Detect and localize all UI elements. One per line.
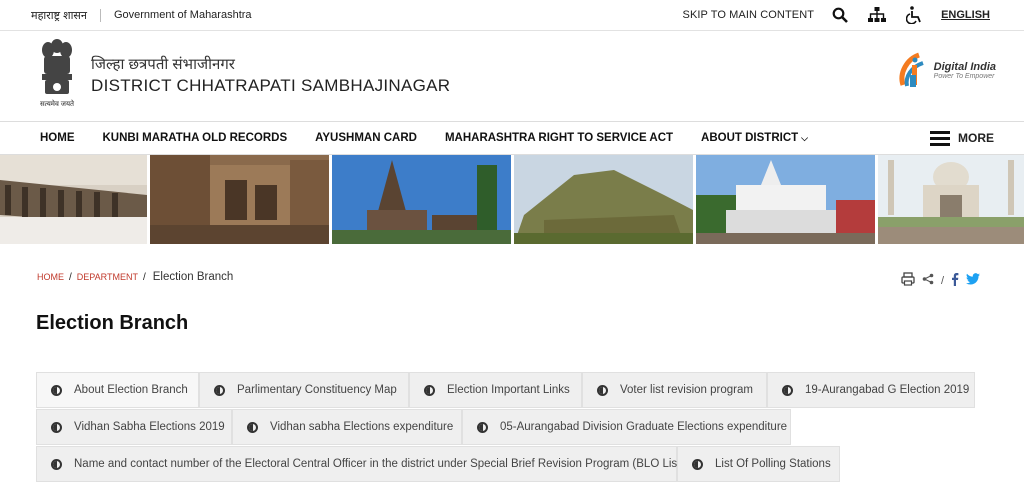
banner-caves-image[interactable] [150,155,329,244]
more-label: MORE [958,131,994,145]
breadcrumb-separator: / [142,271,146,283]
accessibility-icon[interactable] [904,5,924,25]
half-circle-icon [51,458,62,470]
share-icon[interactable] [922,273,934,288]
top-bar: महाराष्ट्र शासन Government of Maharashtr… [0,0,1024,31]
banner-strip [0,155,1024,246]
banner-gurudwara-image[interactable] [696,155,875,244]
half-circle-icon [247,421,258,433]
language-english-link[interactable]: ENGLISH [941,9,990,21]
nav-about-district-label: ABOUT DISTRICT [701,132,799,144]
page-title: Election Branch [36,312,189,334]
half-circle-icon [692,458,703,470]
tab-vidhan-sabha-elections-2019[interactable]: Vidhan Sabha Elections 2019 [36,409,232,445]
facebook-icon[interactable] [951,272,959,289]
sitemap-icon[interactable] [867,5,887,25]
tab-vidhan-sabha-expenditure[interactable]: Vidhan sabha Elections expenditure [232,409,462,445]
tab-label: About Election Branch [74,384,188,396]
tab-about-election-branch[interactable]: About Election Branch [36,372,199,408]
breadcrumb-separator: / [69,271,72,283]
main-navigation: HOME KUNBI MARATHA OLD RECORDS AYUSHMAN … [0,121,1024,155]
nav-ayushman-card[interactable]: AYUSHMAN CARD [315,132,417,144]
share-separator: / [940,274,944,287]
tab-aurangabad-g-election-2019[interactable]: 19-Aurangabad G Election 2019 [767,372,975,408]
tab-label: Vidhan Sabha Elections 2019 [74,421,225,433]
tab-graduate-elections-expenditure[interactable]: 05-Aurangabad Division Graduate Election… [462,409,791,445]
tab-parliamentary-constituency-map[interactable]: Parlimentary Constituency Map [199,372,409,408]
tab-label: Election Important Links [447,384,570,396]
tab-voter-list-revision[interactable]: Voter list revision program [582,372,767,408]
more-menu-button[interactable]: MORE [930,130,994,146]
district-title-hindi[interactable]: जिल्हा छत्रपती संभाजीनगर [91,54,450,74]
nav-right-to-service-act[interactable]: MAHARASHTRA RIGHT TO SERVICE ACT [445,132,673,144]
state-govt-english[interactable]: Government of Maharashtra [114,9,252,21]
tab-blo-list[interactable]: Name and contact number of the Electoral… [36,446,684,482]
banner-temple-image[interactable] [332,155,511,244]
digital-india-name: Digital India [933,60,996,73]
emblem-motto: सत्यमेव जयते [39,101,75,108]
half-circle-icon [782,384,793,396]
banner-dam-image[interactable] [0,155,147,244]
half-circle-icon [214,384,225,396]
banner-bibi-ka-maqbara-image[interactable] [878,155,1024,244]
twitter-icon[interactable] [966,273,980,288]
site-header: सत्यमेव जयते जिल्हा छत्रपती संभाजीनगर DI… [0,31,1024,121]
tab-label: 19-Aurangabad G Election 2019 [805,384,970,396]
tab-election-important-links[interactable]: Election Important Links [409,372,582,408]
digital-india-logo[interactable]: Digital India Power To Empower [897,51,996,89]
state-govt-hindi[interactable]: महाराष्ट्र शासन [31,8,87,23]
breadcrumb-current: Election Branch [152,271,234,283]
half-circle-icon [51,384,62,396]
district-title-english[interactable]: DISTRICT CHHATRAPATI SAMBHAJINAGAR [91,76,450,96]
breadcrumb: HOME / DEPARTMENT / Election Branch [37,271,233,283]
digital-india-tagline: Power To Empower [933,72,995,80]
share-tools: / [901,272,980,289]
half-circle-icon [51,421,62,433]
chevron-down-icon: ⌵ [801,133,808,143]
tab-list-of-polling-stations[interactable]: List Of Polling Stations [677,446,840,482]
tab-label: Voter list revision program [620,384,753,396]
half-circle-icon [597,384,608,396]
half-circle-icon [477,421,488,433]
breadcrumb-home[interactable]: HOME [37,272,64,282]
tab-label: Vidhan sabha Elections expenditure [270,421,454,433]
print-icon[interactable] [901,272,915,289]
tab-label: Parlimentary Constituency Map [237,384,397,396]
divider [99,8,101,22]
nav-about-district[interactable]: ABOUT DISTRICT ⌵ [701,132,808,144]
nav-home[interactable]: HOME [40,132,75,144]
national-emblem[interactable]: सत्यमेव जयते [33,36,81,116]
search-icon[interactable] [830,5,850,25]
breadcrumb-department[interactable]: DEPARTMENT [77,272,138,282]
tab-label: List Of Polling Stations [715,458,831,470]
hamburger-icon [930,130,950,146]
skip-to-main-link[interactable]: SKIP TO MAIN CONTENT [683,9,815,21]
banner-fort-image[interactable] [514,155,693,244]
half-circle-icon [424,384,435,396]
nav-kunbi-maratha-old-records[interactable]: KUNBI MARATHA OLD RECORDS [103,132,288,144]
tab-label: Name and contact number of the Electoral… [74,458,685,470]
tab-label: 05-Aurangabad Division Graduate Election… [500,421,788,433]
